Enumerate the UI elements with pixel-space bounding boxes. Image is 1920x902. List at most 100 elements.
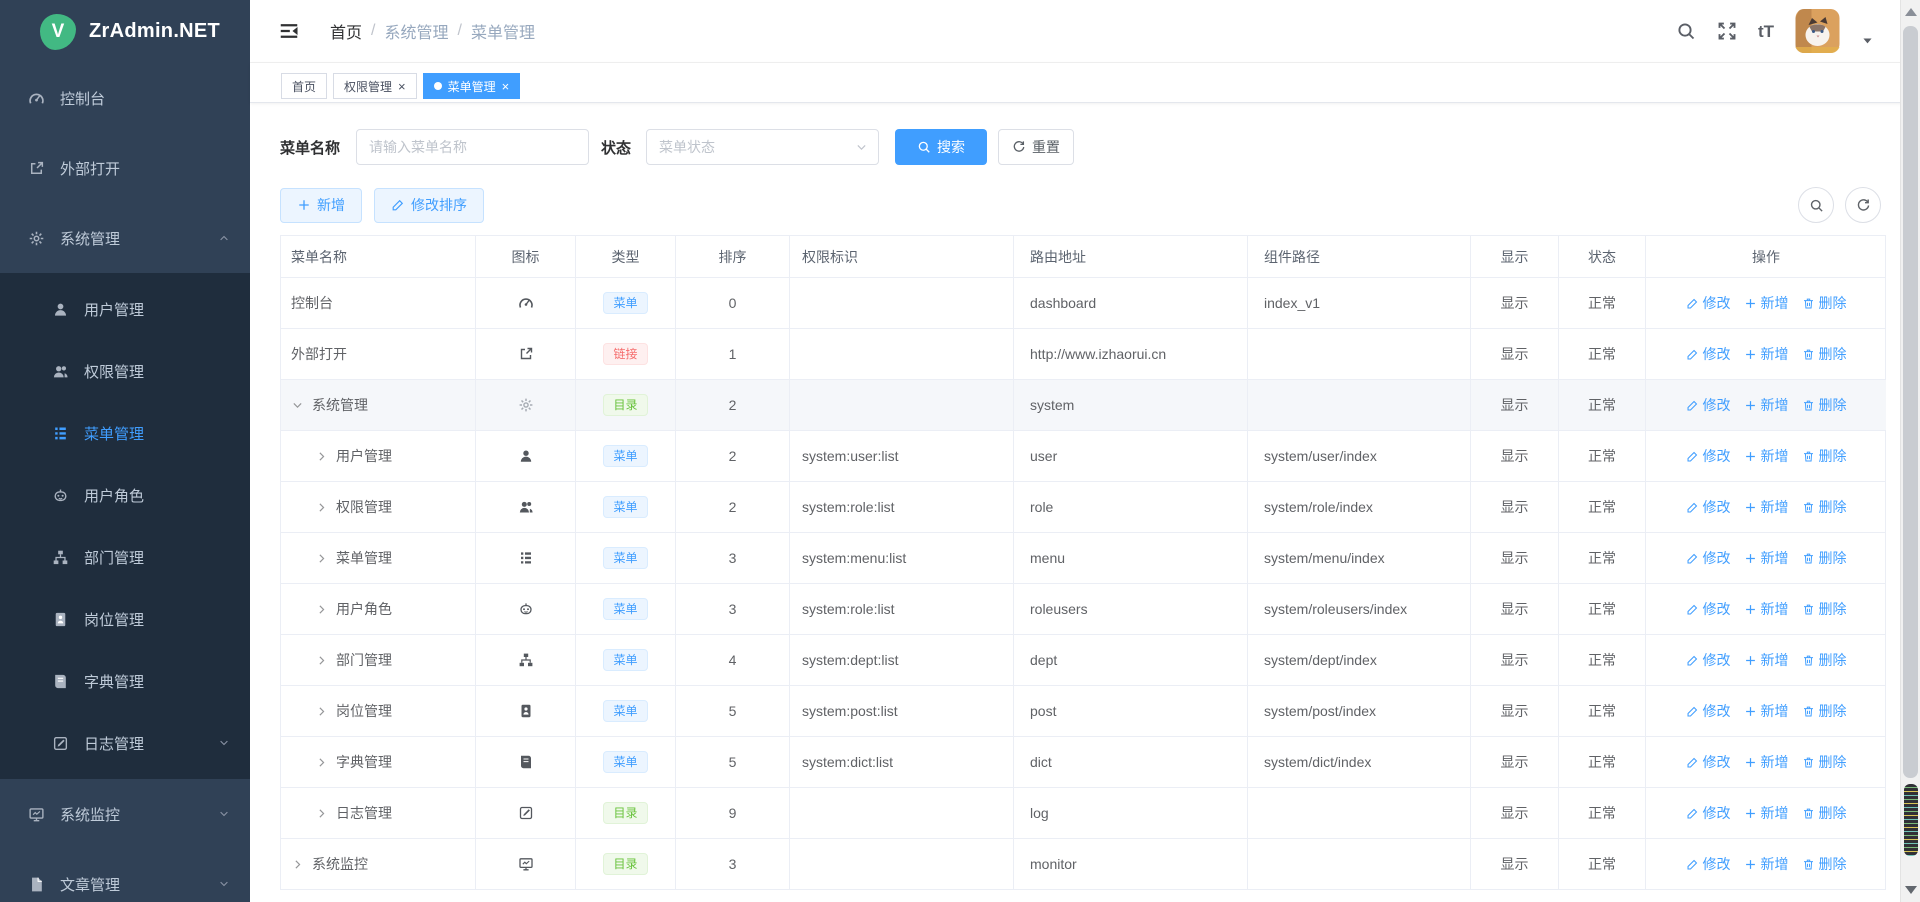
plus-row-action[interactable]: 新增 bbox=[1744, 497, 1789, 517]
trash-row-action[interactable]: 删除 bbox=[1802, 701, 1847, 721]
component-cell bbox=[1248, 380, 1471, 431]
trash-row-action[interactable]: 删除 bbox=[1802, 854, 1847, 874]
edit-row-action[interactable]: 修改 bbox=[1686, 752, 1731, 772]
plus-row-action[interactable]: 新增 bbox=[1744, 395, 1789, 415]
sidebar-item-gear[interactable]: 系统管理 bbox=[0, 203, 250, 273]
scroll-down-icon[interactable] bbox=[1905, 886, 1917, 894]
sidebar-item-book[interactable]: 字典管理 bbox=[0, 650, 250, 712]
plus-icon bbox=[297, 198, 311, 212]
user-avatar[interactable] bbox=[1795, 9, 1840, 53]
scroll-up-icon[interactable] bbox=[1905, 8, 1917, 16]
edit-row-action[interactable]: 修改 bbox=[1686, 344, 1731, 364]
collapse-row-icon[interactable] bbox=[291, 399, 304, 412]
plus-icon bbox=[1744, 807, 1757, 820]
trash-row-action[interactable]: 删除 bbox=[1802, 446, 1847, 466]
scrollbar-thumb[interactable] bbox=[1903, 26, 1918, 778]
plus-row-action[interactable]: 新增 bbox=[1744, 446, 1789, 466]
expand-row-icon[interactable] bbox=[315, 807, 328, 820]
trash-row-action[interactable]: 删除 bbox=[1802, 650, 1847, 670]
expand-row-icon[interactable] bbox=[315, 603, 328, 616]
edit-row-action[interactable]: 修改 bbox=[1686, 548, 1731, 568]
icon-cell bbox=[476, 635, 576, 686]
select-placeholder: 菜单状态 bbox=[659, 137, 715, 157]
edit-row-action[interactable]: 修改 bbox=[1686, 293, 1731, 313]
tab-权限管理[interactable]: 权限管理× bbox=[333, 73, 417, 99]
fullscreen-icon[interactable] bbox=[1717, 21, 1737, 41]
breadcrumb-item[interactable]: 首页 bbox=[330, 19, 362, 43]
sidebar-item-badge[interactable]: 岗位管理 bbox=[0, 588, 250, 650]
expand-row-icon[interactable] bbox=[315, 450, 328, 463]
tab-首页[interactable]: 首页 bbox=[281, 73, 327, 99]
edit-row-action[interactable]: 修改 bbox=[1686, 650, 1731, 670]
plus-row-action[interactable]: 新增 bbox=[1744, 344, 1789, 364]
expand-row-icon[interactable] bbox=[315, 552, 328, 565]
trash-row-action[interactable]: 删除 bbox=[1802, 497, 1847, 517]
expand-row-icon[interactable] bbox=[315, 654, 328, 667]
trash-row-action[interactable]: 删除 bbox=[1802, 548, 1847, 568]
action-label: 新增 bbox=[1761, 344, 1789, 364]
filter-form: 菜单名称 状态 菜单状态 搜索 重置 bbox=[280, 129, 1920, 165]
plus-row-action[interactable]: 新增 bbox=[1744, 548, 1789, 568]
sidebar-item-robot[interactable]: 用户角色 bbox=[0, 464, 250, 526]
edit-row-action[interactable]: 修改 bbox=[1686, 446, 1731, 466]
add-button[interactable]: 新增 bbox=[280, 188, 362, 223]
plus-row-action[interactable]: 新增 bbox=[1744, 803, 1789, 823]
route-cell: log bbox=[1014, 788, 1248, 839]
actions-cell: 修改新增删除 bbox=[1646, 380, 1886, 431]
plus-row-action[interactable]: 新增 bbox=[1744, 854, 1789, 874]
edit-row-action[interactable]: 修改 bbox=[1686, 701, 1731, 721]
sidebar-item-external[interactable]: 外部打开 bbox=[0, 133, 250, 203]
edit-row-action[interactable]: 修改 bbox=[1686, 395, 1731, 415]
plus-row-action[interactable]: 新增 bbox=[1744, 599, 1789, 619]
plus-row-action[interactable]: 新增 bbox=[1744, 650, 1789, 670]
reset-button[interactable]: 重置 bbox=[998, 129, 1074, 165]
trash-row-action[interactable]: 删除 bbox=[1802, 599, 1847, 619]
table-refresh-button[interactable] bbox=[1845, 187, 1881, 223]
sort-cell: 3 bbox=[676, 533, 790, 584]
tab-close-icon[interactable]: × bbox=[502, 80, 510, 93]
trash-row-action[interactable]: 删除 bbox=[1802, 344, 1847, 364]
table-row: 用户管理菜单2system:user:listusersystem/user/i… bbox=[281, 431, 1885, 482]
sidebar-item-user[interactable]: 用户管理 bbox=[0, 278, 250, 340]
chevron-down-icon bbox=[218, 808, 230, 820]
plus-row-action[interactable]: 新增 bbox=[1744, 701, 1789, 721]
trash-row-action[interactable]: 删除 bbox=[1802, 293, 1847, 313]
sidebar-item-log[interactable]: 日志管理 bbox=[0, 712, 250, 774]
app-logo[interactable]: V ZrAdmin.NET bbox=[0, 0, 250, 63]
action-label: 新增 bbox=[1761, 599, 1789, 619]
tab-菜单管理[interactable]: 菜单管理× bbox=[423, 73, 521, 99]
font-size-icon[interactable]: tT bbox=[1758, 23, 1774, 40]
sidebar-item-dashboard[interactable]: 控制台 bbox=[0, 63, 250, 133]
search-icon[interactable] bbox=[1676, 21, 1696, 41]
monitor-icon bbox=[518, 856, 534, 872]
sidebar-item-monitor[interactable]: 系统监控 bbox=[0, 779, 250, 849]
edit-sort-button[interactable]: 修改排序 bbox=[374, 188, 484, 223]
caret-down-icon[interactable] bbox=[1861, 34, 1874, 47]
trash-row-action[interactable]: 删除 bbox=[1802, 803, 1847, 823]
expand-row-icon[interactable] bbox=[291, 858, 304, 871]
search-button[interactable]: 搜索 bbox=[895, 129, 987, 165]
sidebar-item-users[interactable]: 权限管理 bbox=[0, 340, 250, 402]
expand-row-icon[interactable] bbox=[315, 705, 328, 718]
sidebar-item-doc[interactable]: 文章管理 bbox=[0, 849, 250, 902]
page-scrollbar[interactable] bbox=[1900, 0, 1920, 902]
trash-row-action[interactable]: 删除 bbox=[1802, 752, 1847, 772]
edit-row-action[interactable]: 修改 bbox=[1686, 599, 1731, 619]
trash-row-action[interactable]: 删除 bbox=[1802, 395, 1847, 415]
sidebar-collapse-icon[interactable] bbox=[278, 20, 300, 42]
edit-row-action[interactable]: 修改 bbox=[1686, 803, 1731, 823]
tab-close-icon[interactable]: × bbox=[398, 80, 406, 93]
expand-row-icon[interactable] bbox=[315, 756, 328, 769]
sidebar-item-tree[interactable]: 菜单管理 bbox=[0, 402, 250, 464]
plus-icon bbox=[1744, 705, 1757, 718]
type-cell: 菜单 bbox=[576, 635, 676, 686]
menu-name-input[interactable] bbox=[356, 129, 589, 165]
plus-row-action[interactable]: 新增 bbox=[1744, 752, 1789, 772]
menu-status-select[interactable]: 菜单状态 bbox=[646, 129, 879, 165]
table-search-button[interactable] bbox=[1798, 187, 1834, 223]
edit-row-action[interactable]: 修改 bbox=[1686, 497, 1731, 517]
expand-row-icon[interactable] bbox=[315, 501, 328, 514]
edit-row-action[interactable]: 修改 bbox=[1686, 854, 1731, 874]
plus-row-action[interactable]: 新增 bbox=[1744, 293, 1789, 313]
sidebar-item-org[interactable]: 部门管理 bbox=[0, 526, 250, 588]
